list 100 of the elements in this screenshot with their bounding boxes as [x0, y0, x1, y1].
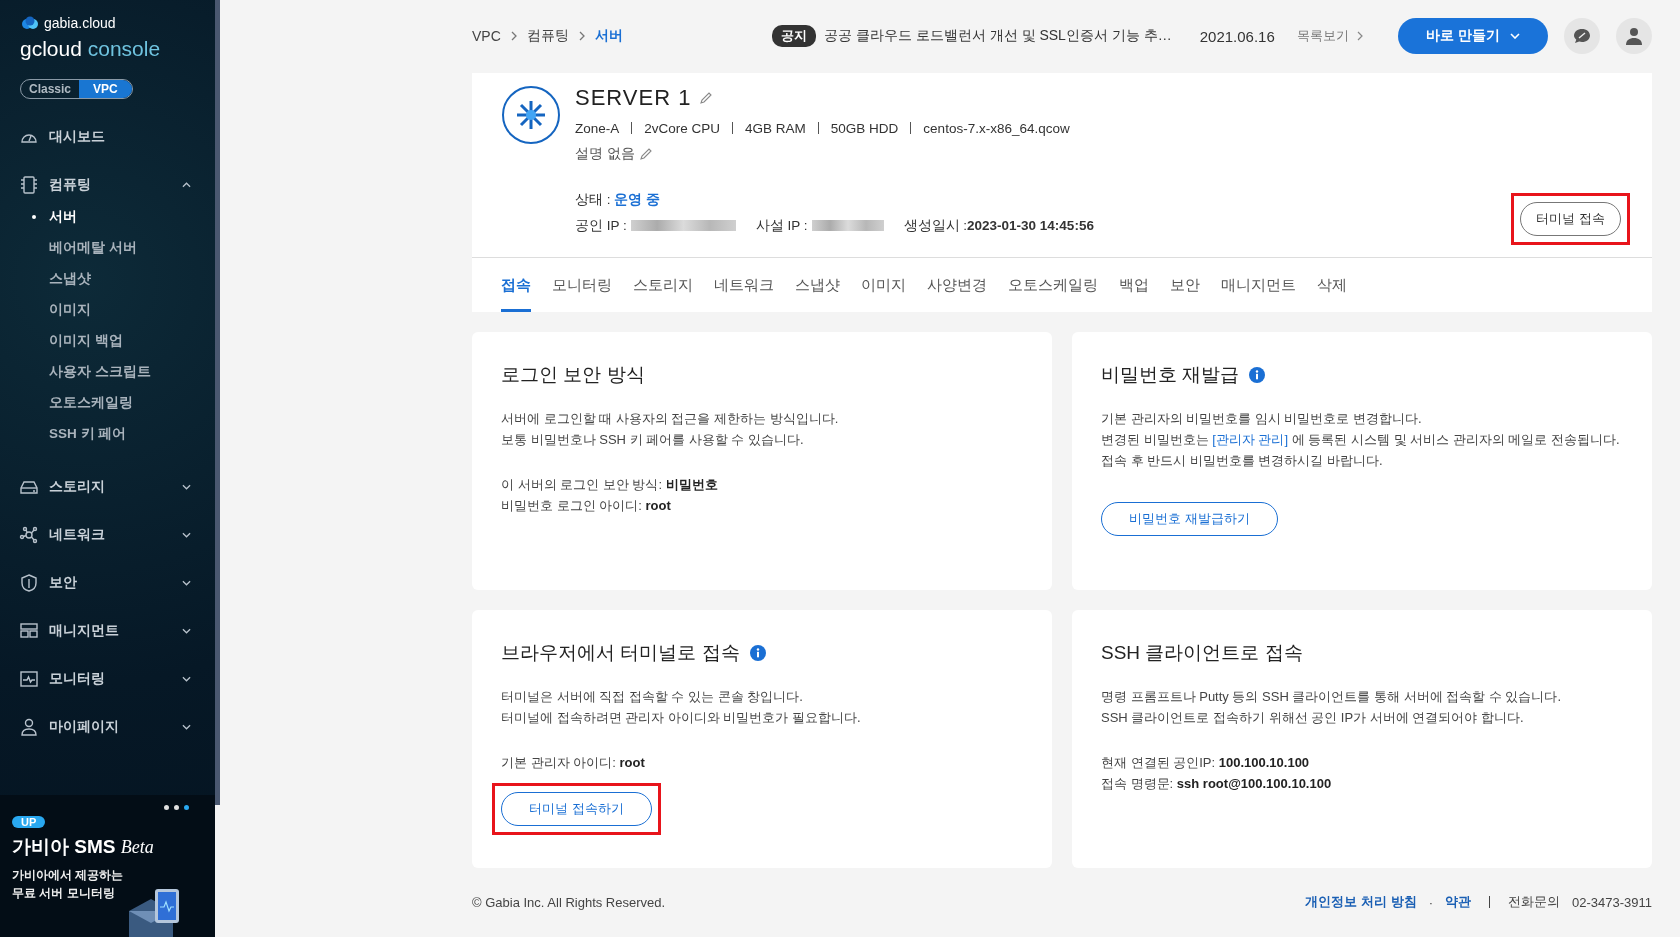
menu-item[interactable]: 네트워크 [0, 511, 215, 559]
menu-item[interactable]: 마이페이지 [0, 703, 215, 751]
carousel-dot[interactable] [174, 805, 179, 810]
user-icon [19, 717, 39, 737]
detail-text: 현재 연결된 공인IP: 100.100.10.100 [1101, 753, 1311, 772]
card-description: SSH 클라이언트로 접속하기 위해선 공인 IP가 서버에 연결되어야 합니다. [1101, 708, 1525, 727]
banner-text: 가비아에서 제공하는 [12, 867, 125, 884]
detail-text: 비밀번호 로그인 아이디: root [501, 496, 672, 515]
banner-title-suffix: Beta [120, 837, 154, 857]
company-logo-text: gabia.cloud [44, 15, 116, 31]
mode-toggle-option[interactable]: Classic [21, 80, 80, 98]
footer-link[interactable]: 개인정보 처리 방침 [1305, 893, 1417, 912]
product-suffix: console [87, 37, 161, 60]
info-icon[interactable] [749, 644, 766, 661]
tab[interactable]: 네트워크 [714, 257, 774, 312]
submenu-item[interactable]: SSH 키 페어 [0, 418, 215, 449]
profile-button[interactable] [1616, 18, 1652, 55]
tab[interactable]: 모니터링 [552, 257, 612, 312]
menu-item[interactable]: 매니지먼트 [0, 607, 215, 655]
card-description: 터미널은 서버에 직접 접속할 수 있는 콘솔 창입니다. [501, 687, 804, 706]
create-button[interactable]: 바로 만들기 [1398, 18, 1548, 55]
submenu-item[interactable]: 베어메탈 서버 [0, 232, 215, 263]
shield-icon [19, 573, 39, 593]
copyright-text: © Gabia Inc. All Rights Reserved. [472, 894, 666, 910]
detail-text: 접속 명령문: ssh root@100.100.10.100 [1101, 774, 1332, 793]
cloud-logo-icon [20, 16, 40, 30]
chevron-right-icon [1356, 31, 1363, 42]
user-icon [1624, 26, 1644, 47]
mode-toggle-option[interactable]: VPC [79, 80, 132, 98]
status-label: 상태 : [575, 191, 611, 207]
card-description: 명령 프롬프트나 Putty 등의 SSH 클라이언트를 통해 서버에 접속할 수 있습니다. [1101, 687, 1562, 706]
detail-text: 이 서버의 로그인 보안 방식: 비밀번호 [501, 475, 718, 494]
status-value: 운영 중 [614, 191, 661, 207]
breadcrumb-link[interactable]: 컴퓨팅 [526, 27, 569, 46]
card-description: 서버에 로그인할 때 사용자의 접근을 제한하는 방식입니다. [501, 409, 839, 428]
chip-icon [19, 175, 39, 195]
spec-text: 50GB HDD [830, 120, 899, 136]
pencil-icon[interactable] [699, 90, 714, 105]
tab[interactable]: 접속 [501, 257, 531, 312]
up-badge: UP [12, 816, 46, 828]
tab[interactable]: 매니지먼트 [1221, 257, 1296, 312]
menu-item[interactable]: 보안 [0, 559, 215, 607]
tab[interactable]: 스토리지 [633, 257, 693, 312]
public-ip-label: 공인 IP : [575, 216, 627, 235]
pulse-chart-icon [19, 669, 39, 689]
carousel-dot[interactable] [164, 805, 169, 810]
scrollbar[interactable] [215, 0, 220, 805]
submenu-item[interactable]: 오토스케일링 [0, 387, 215, 418]
description-text: 설명 없음 [575, 144, 635, 163]
chevron-right-icon [510, 31, 517, 42]
card-description: 기본 관리자의 비밀번호를 임시 비밀번호로 변경합니다. [1101, 409, 1423, 428]
submenu-item[interactable]: 이미지 백업 [0, 325, 215, 356]
private-ip-label: 사설 IP : [755, 216, 808, 235]
terminal-button[interactable]: 터미널 접속 [1520, 201, 1621, 236]
card-description: 터미널에 접속하려면 관리자 아이디와 비밀번호가 필요합니다. [501, 708, 861, 727]
notice-tag: 공지 [772, 25, 816, 48]
submenu-item[interactable]: 사용자 스크립트 [0, 356, 215, 387]
breadcrumb-link[interactable]: 서버 [594, 27, 623, 46]
menu-item[interactable]: 대시보드 [0, 113, 215, 161]
snowflake-logo-icon [501, 84, 561, 145]
pencil-icon[interactable] [638, 146, 653, 161]
action-button[interactable]: 비밀번호 재발급하기 [1101, 501, 1278, 536]
info-icon[interactable] [1249, 366, 1266, 383]
banner-text: 무료 서버 모니터링 [12, 885, 116, 902]
card-title: 비밀번호 재발급 [1101, 362, 1240, 387]
separator-dot: · [1428, 894, 1433, 910]
notice-link[interactable]: 공공 클라우드 로드밸런서 개선 및 SSL인증서 기능 추… [824, 27, 1172, 46]
breadcrumb-link[interactable]: VPC [472, 28, 501, 45]
carousel-dot[interactable] [184, 805, 189, 810]
footer-link[interactable]: 약관 [1445, 893, 1471, 912]
notice-date: 2021.06.16 [1199, 27, 1275, 45]
chat-button[interactable] [1564, 18, 1600, 55]
tab[interactable]: 스냅샷 [795, 257, 840, 312]
submenu-item[interactable]: 이미지 [0, 294, 215, 325]
submenu-item[interactable]: 스냅샷 [0, 263, 215, 294]
card-title: 로그인 보안 방식 [501, 362, 645, 387]
server-name: SERVER 1 [575, 84, 692, 111]
spec-text: 2vCore CPU [644, 120, 721, 136]
tab[interactable]: 삭제 [1317, 257, 1347, 312]
admin-link[interactable]: [관리자 관리] [1212, 431, 1289, 447]
tab[interactable]: 백업 [1119, 257, 1149, 312]
tab[interactable]: 오토스케일링 [1008, 257, 1098, 312]
phone-label: 전화문의 [1508, 893, 1560, 912]
tab[interactable]: 사양변경 [927, 257, 987, 312]
card-title: 브라우저에서 터미널로 접속 [501, 640, 740, 665]
card-description: 변경된 비밀번호는 [관리자 관리] 에 등록된 시스템 및 서비스 관리자의 메일로 전송됩니다. [1101, 430, 1620, 449]
network-nodes-icon [19, 525, 39, 545]
detail-text: 기본 관리자 아이디: root [501, 753, 645, 772]
spec-text: Zone-A [575, 120, 620, 136]
banner-title: 가비아 SMS [12, 836, 116, 857]
action-button[interactable]: 터미널 접속하기 [501, 791, 652, 826]
menu-item[interactable]: 스토리지 [0, 463, 215, 511]
caret-icon [1509, 33, 1520, 40]
menu-item[interactable]: 모니터링 [0, 655, 215, 703]
tab[interactable]: 이미지 [861, 257, 906, 312]
notice-list-link[interactable]: 목록보기 [1296, 27, 1349, 45]
phone-number: 02-3473-3911 [1572, 894, 1652, 910]
tab[interactable]: 보안 [1170, 257, 1200, 312]
spec-text: 4GB RAM [745, 120, 806, 136]
created-value: 2023-01-30 14:45:56 [967, 218, 1094, 234]
